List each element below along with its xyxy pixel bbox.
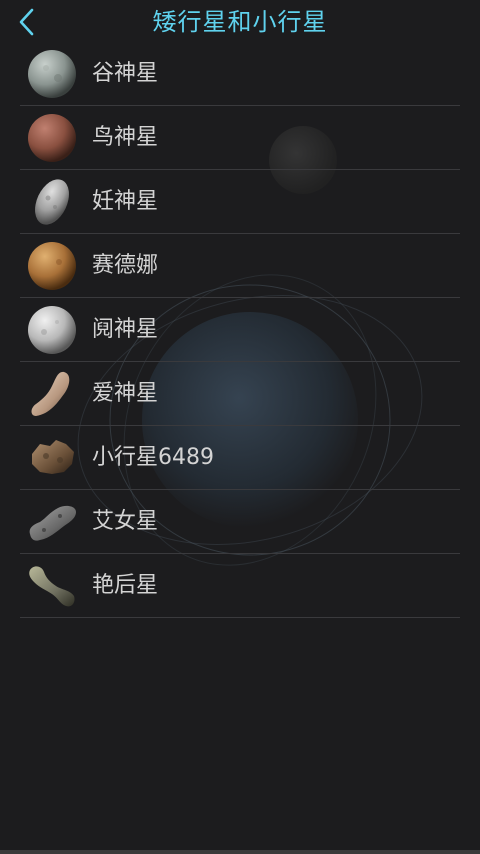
header-bar: 矮行星和小行星 bbox=[0, 0, 480, 44]
list-item-label: 赛德娜 bbox=[92, 253, 159, 278]
list-item-eris[interactable]: 阋神星 bbox=[20, 298, 460, 362]
kleopatra-thumbnail bbox=[29, 566, 75, 607]
list-item-label: 爱神星 bbox=[92, 381, 159, 406]
list-item-label: 阋神星 bbox=[92, 317, 159, 342]
sedna-thumbnail bbox=[28, 242, 76, 290]
body-list: 谷神星 鸟神星 妊神星 赛德娜 阋神星 爱神星 小行星6489 艾女星 艳后星 bbox=[20, 42, 460, 618]
list-item-ida[interactable]: 艾女星 bbox=[20, 490, 460, 554]
list-item-label: 妊神星 bbox=[92, 189, 159, 214]
list-item-sedna[interactable]: 赛德娜 bbox=[20, 234, 460, 298]
haumea-thumbnail bbox=[35, 179, 69, 225]
eros-thumbnail bbox=[31, 371, 70, 416]
list-item-asteroid-6489[interactable]: 小行星6489 bbox=[20, 426, 460, 490]
ceres-thumbnail bbox=[28, 50, 76, 98]
ida-thumbnail bbox=[29, 505, 76, 541]
eris-thumbnail bbox=[28, 306, 76, 354]
list-item-label: 谷神星 bbox=[92, 61, 159, 86]
list-item-label: 艳后星 bbox=[92, 573, 159, 598]
list-item-haumea[interactable]: 妊神星 bbox=[20, 170, 460, 234]
list-item-eros[interactable]: 爱神星 bbox=[20, 362, 460, 426]
bottom-edge-divider bbox=[0, 850, 480, 854]
list-item-kleopatra[interactable]: 艳后星 bbox=[20, 554, 460, 618]
list-item-label: 鸟神星 bbox=[92, 125, 159, 150]
list-item-label: 艾女星 bbox=[92, 509, 159, 534]
list-item-makemake[interactable]: 鸟神星 bbox=[20, 106, 460, 170]
list-item-ceres[interactable]: 谷神星 bbox=[20, 42, 460, 106]
list-item-label: 小行星6489 bbox=[92, 445, 214, 470]
page-title: 矮行星和小行星 bbox=[152, 8, 328, 36]
asteroid-6489-thumbnail bbox=[32, 440, 74, 474]
makemake-thumbnail bbox=[28, 114, 76, 162]
